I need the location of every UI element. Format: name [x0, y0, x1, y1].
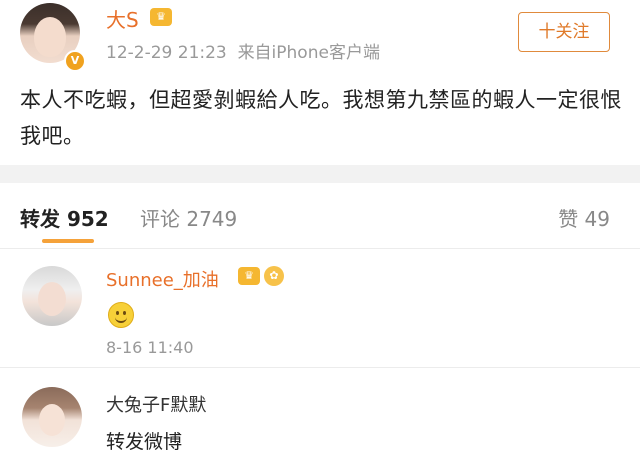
- crown-icon: ♛: [150, 8, 172, 26]
- author-name[interactable]: 大S: [106, 4, 139, 33]
- avatar-face: [34, 17, 66, 57]
- post-source: 来自iPhone客户端: [237, 43, 380, 63]
- smiley-emoji-icon: [108, 302, 134, 328]
- tab-like[interactable]: 赞 49: [558, 203, 610, 232]
- comment-text: 转发微博: [106, 431, 183, 453]
- follow-button[interactable]: 十关注: [518, 12, 610, 52]
- interaction-tabs: 转发 952 评论 2749 赞 49: [0, 183, 640, 249]
- emoji-mouth: [115, 315, 127, 323]
- list-item: 大兔子F默默 转发微博: [0, 369, 640, 458]
- post-text: 本人不吃蝦，但超愛剝蝦給人吃。我想第九禁區的蝦人一定很恨我吧。: [20, 88, 622, 148]
- active-tab-indicator: [42, 239, 94, 243]
- avatar-face: [38, 282, 66, 316]
- tab-repost[interactable]: 转发 952: [20, 203, 109, 232]
- section-divider: [0, 165, 640, 183]
- member-crown-icon: ♛: [238, 267, 260, 285]
- vip-icon: ✿: [264, 266, 284, 286]
- list-item: Sunnee_加油 ♛ ✿ 8-16 11:40: [0, 250, 640, 368]
- verified-v-icon: V: [64, 50, 86, 72]
- commenter-name[interactable]: Sunnee_加油: [106, 266, 219, 292]
- post-timestamp: 12-2-29 21:23: [106, 43, 227, 63]
- avatar-face: [39, 404, 65, 436]
- tab-comment[interactable]: 评论 2749: [140, 203, 237, 232]
- comment-time: 8-16 11:40: [106, 338, 194, 357]
- avatar[interactable]: [22, 266, 82, 326]
- post-card: V 大S ♛ 12-2-29 21:23 来自iPhone客户端 十关注 本人不…: [0, 0, 640, 165]
- avatar[interactable]: [22, 387, 82, 447]
- commenter-name[interactable]: 大兔子F默默: [106, 391, 206, 417]
- post-meta: 12-2-29 21:23 来自iPhone客户端: [106, 38, 380, 63]
